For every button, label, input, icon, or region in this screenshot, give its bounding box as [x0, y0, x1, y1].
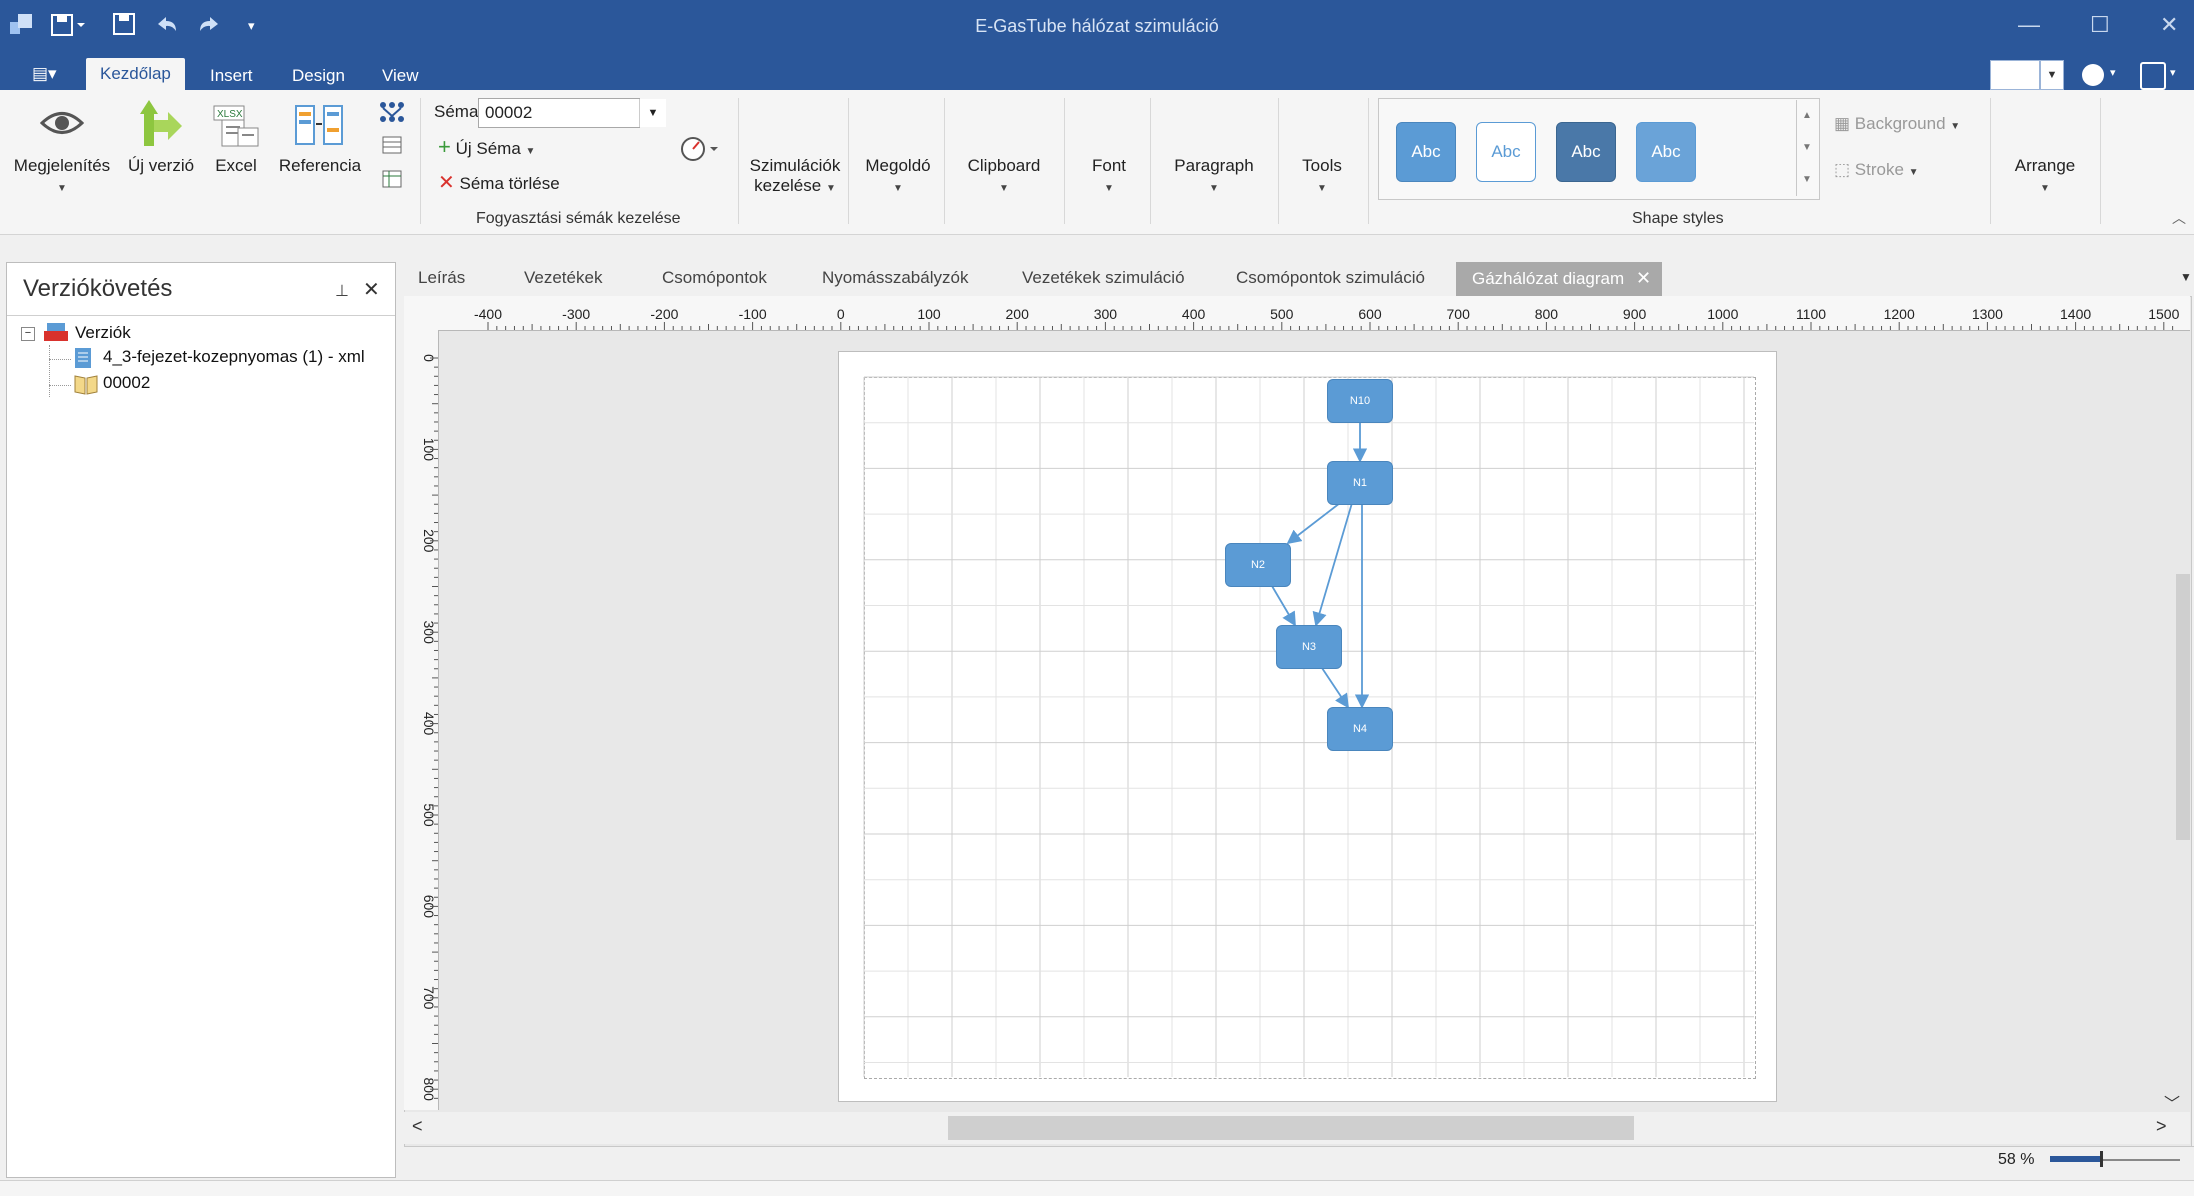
zoom-label: 58 %	[1998, 1151, 2035, 1168]
node-n10[interactable]: N10	[1327, 379, 1393, 423]
diagram-edges	[863, 376, 1754, 1077]
horizontal-scrollbar-thumb[interactable]	[948, 1116, 1634, 1140]
scroll-left-icon[interactable]: <	[412, 1116, 423, 1137]
edge-n3-n4	[1321, 667, 1349, 709]
horizontal-scrollbar[interactable]: < >	[404, 1112, 2190, 1144]
vertical-scrollbar-thumb[interactable]	[2176, 574, 2190, 840]
node-n3[interactable]: N3	[1276, 625, 1342, 669]
scroll-down-icon[interactable]: ﹀	[2164, 1090, 2180, 1114]
node-n4[interactable]: N4	[1327, 707, 1393, 751]
zoom-slider-fill	[2050, 1156, 2100, 1162]
zoom-slider-thumb[interactable]	[2100, 1151, 2103, 1167]
node-n2[interactable]: N2	[1225, 543, 1291, 587]
status-bar: 58 %	[404, 1146, 2194, 1177]
edge-n1-n2	[1286, 502, 1341, 545]
bottom-border	[0, 1180, 2194, 1196]
scroll-right-icon[interactable]: >	[2156, 1116, 2167, 1137]
node-n1[interactable]: N1	[1327, 461, 1393, 505]
edge-n1-n3	[1312, 502, 1353, 627]
